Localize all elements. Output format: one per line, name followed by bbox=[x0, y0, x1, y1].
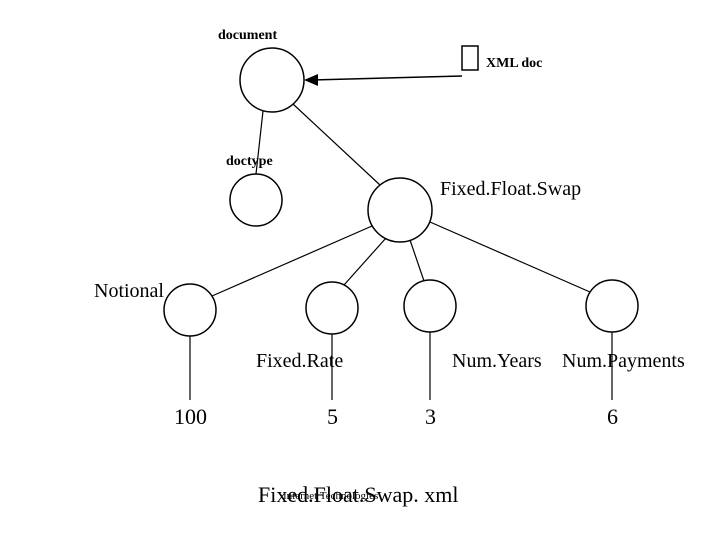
label-fixedrate: Fixed.Rate bbox=[256, 350, 343, 373]
arrowhead-icon bbox=[304, 74, 318, 86]
node-fixedrate bbox=[306, 282, 358, 334]
value-numpayments: 6 bbox=[607, 404, 618, 430]
tree-diagram bbox=[0, 0, 720, 540]
edge-root-numyears bbox=[410, 240, 424, 281]
node-numyears bbox=[404, 280, 456, 332]
value-fixedrate: 5 bbox=[327, 404, 338, 430]
label-numpayments: Num.Payments bbox=[562, 350, 685, 373]
label-footer-small: Internet Technologies bbox=[283, 490, 378, 502]
value-notional: 100 bbox=[174, 404, 207, 430]
node-document bbox=[240, 48, 304, 112]
node-numpayments bbox=[586, 280, 638, 332]
label-notional: Notional bbox=[94, 280, 164, 303]
label-numyears: Num.Years bbox=[452, 350, 542, 373]
edge-root-notional bbox=[212, 226, 372, 296]
label-doctype: doctype bbox=[226, 154, 273, 170]
label-xml-doc: XML doc bbox=[486, 56, 542, 72]
node-doctype bbox=[230, 174, 282, 226]
edge-root-numpayments bbox=[430, 222, 590, 292]
label-root-type: Fixed.Float.Swap bbox=[440, 178, 581, 201]
value-numyears: 3 bbox=[425, 404, 436, 430]
edge-document-root bbox=[293, 104, 380, 185]
xml-doc-box bbox=[462, 46, 478, 70]
node-notional bbox=[164, 284, 216, 336]
edge-root-fixedrate bbox=[344, 238, 386, 285]
edge-xmlbox-document bbox=[312, 76, 462, 80]
label-document: document bbox=[218, 28, 277, 44]
node-root bbox=[368, 178, 432, 242]
